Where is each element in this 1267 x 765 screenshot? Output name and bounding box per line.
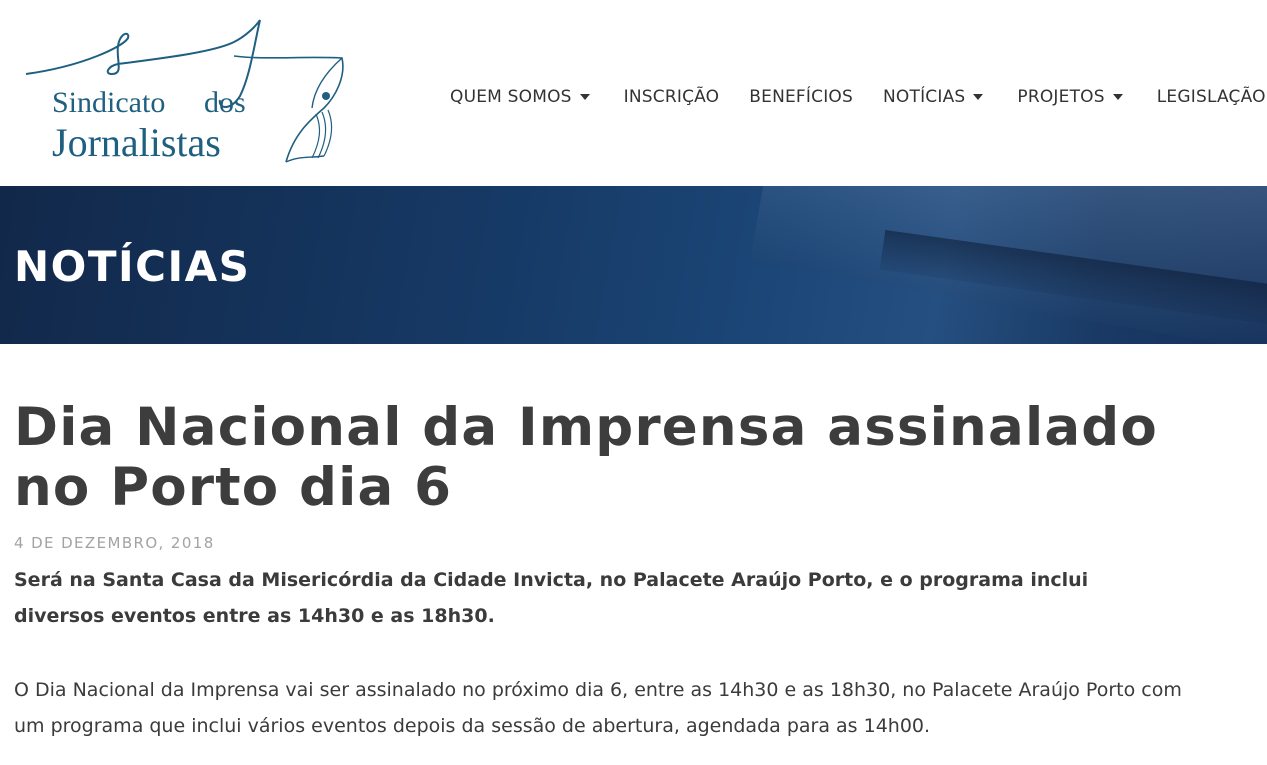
- chevron-down-icon: [1112, 94, 1123, 100]
- nav-item-beneficios[interactable]: BENEFÍCIOS: [749, 87, 853, 107]
- logo-line2: Jornalistas: [52, 120, 221, 165]
- chevron-down-icon: [973, 94, 984, 100]
- main-nav: QUEM SOMOS INSCRIÇÃO BENEFÍCIOS NOTÍCIAS…: [450, 82, 1267, 112]
- nav-label: QUEM SOMOS: [450, 87, 572, 107]
- nav-label: LEGISLAÇÃO: [1156, 87, 1266, 107]
- nav-label: PROJETOS: [1017, 87, 1105, 107]
- logo-line1b: dos: [204, 86, 246, 119]
- article-body: O Dia Nacional da Imprensa vai ser assin…: [14, 679, 1182, 737]
- quill-logo-icon: Sindicato dos Jornalistas: [25, 19, 344, 165]
- article: Dia Nacional da Imprensa assinalado no P…: [14, 398, 1214, 744]
- article-lead: Será na Santa Casa da Misericórdia da Ci…: [14, 569, 1089, 627]
- page-title: NOTÍCIAS: [14, 242, 251, 291]
- nav-item-noticias[interactable]: NOTÍCIAS: [882, 87, 984, 107]
- article-title: Dia Nacional da Imprensa assinalado no P…: [14, 397, 1159, 518]
- nav-item-projetos[interactable]: PROJETOS: [1017, 87, 1123, 107]
- site-logo[interactable]: Sindicato dos Jornalistas: [24, 16, 354, 176]
- nav-label: INSCRIÇÃO: [623, 87, 720, 107]
- nav-item-quem-somos[interactable]: QUEM SOMOS: [450, 87, 590, 107]
- site-header: Sindicato dos Jornalistas QUEM SOMOS INS…: [0, 0, 1267, 186]
- nav-item-legislacao[interactable]: LEGISLAÇÃO: [1157, 87, 1266, 107]
- article-date: 4 DE DEZEMBRO, 2018: [14, 534, 215, 552]
- logo-line1: Sindicato: [52, 86, 165, 119]
- nav-item-inscricao[interactable]: INSCRIÇÃO: [624, 87, 720, 107]
- chevron-down-icon: [579, 94, 590, 100]
- nav-label: NOTÍCIAS: [882, 87, 966, 107]
- page-banner: NOTÍCIAS: [0, 186, 1267, 344]
- nav-label: BENEFÍCIOS: [749, 87, 853, 107]
